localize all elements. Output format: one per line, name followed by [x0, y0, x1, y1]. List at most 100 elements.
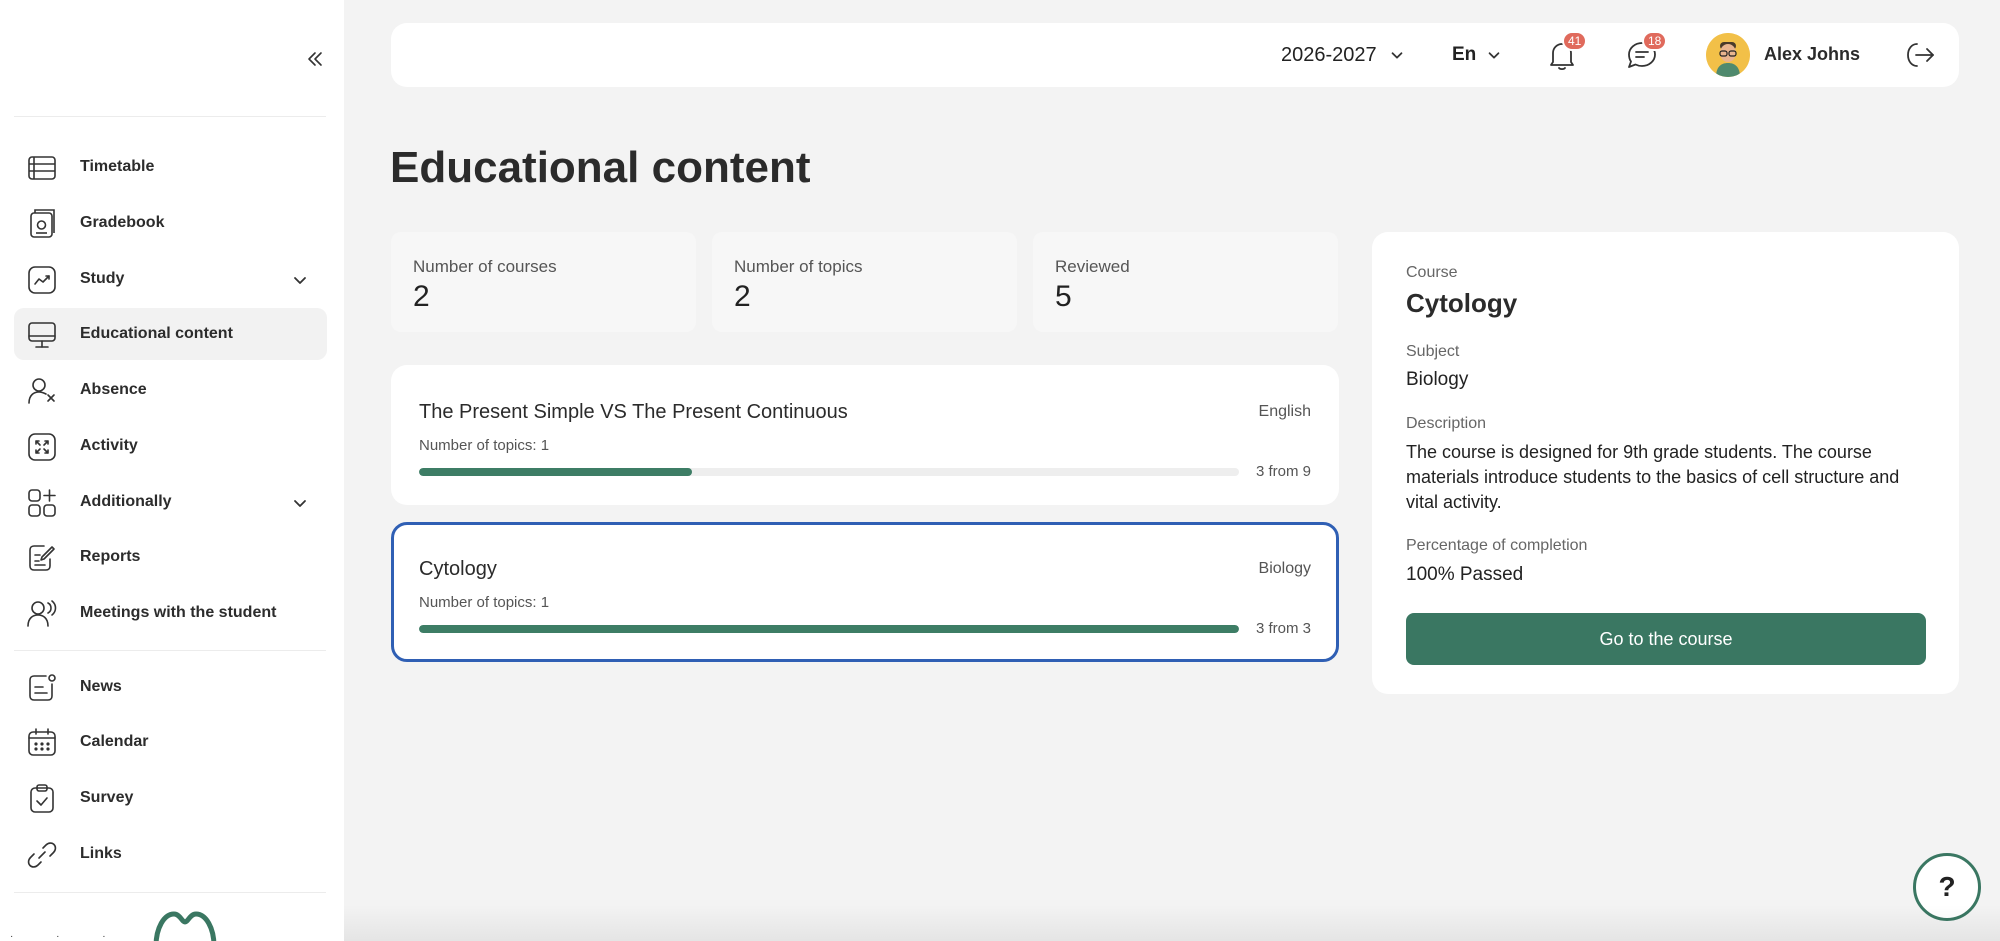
go-to-course-button[interactable]: Go to the course — [1406, 613, 1926, 665]
academic-year-value: 2026-2027 — [1281, 43, 1377, 66]
sidebar-item-gradebook[interactable]: Gradebook — [14, 197, 327, 249]
double-chevron-left-icon — [308, 52, 322, 66]
survey-icon — [30, 784, 54, 813]
sidebar-item-study[interactable]: Study — [14, 253, 327, 305]
news-icon — [29, 674, 56, 701]
detail-completion-label: Percentage of completion — [1406, 537, 1588, 554]
stat-card-topics: Number of topics 2 — [712, 232, 1017, 332]
brand-logo-icon — [153, 911, 217, 941]
sidebar-divider — [14, 116, 326, 117]
course-progress-text: 3 from 3 — [1255, 620, 1311, 637]
stat-value: 5 — [1055, 280, 1072, 313]
sidebar-item-label: Educational content — [80, 325, 233, 342]
user-avatar-icon — [1706, 33, 1750, 77]
course-card[interactable]: The Present Simple VS The Present Contin… — [391, 365, 1339, 505]
notifications-button[interactable]: 41 — [1544, 31, 1588, 73]
detail-description-text: The course is designed for 9th grade stu… — [1406, 442, 1900, 512]
sidebar-item-label: Links — [80, 845, 122, 862]
stat-value: 2 — [413, 280, 430, 313]
chevron-down-icon — [294, 500, 306, 507]
top-header: 2026-2027 En 41 18 Alex Johns — [391, 23, 1959, 87]
sidebar-item-survey[interactable]: Survey — [14, 772, 327, 824]
course-detail-panel: Course Cytology Subject Biology Descript… — [1372, 232, 1959, 694]
course-progress-fill — [419, 468, 693, 476]
detail-description-label: Description — [1406, 415, 1487, 432]
language-select[interactable]: En — [1452, 39, 1502, 71]
collapse-sidebar-button[interactable] — [300, 44, 330, 74]
sidebar-item-educational-content[interactable]: Educational content — [14, 308, 327, 360]
stat-label: Number of courses — [413, 257, 557, 276]
detail-course-name: Cytology — [1406, 288, 1518, 318]
stat-card-reviewed: Reviewed 5 — [1033, 232, 1338, 332]
activity-icon — [28, 433, 56, 461]
sidebar-item-label: Gradebook — [80, 214, 165, 231]
detail-subject-label: Subject — [1406, 343, 1460, 360]
study-icon — [28, 266, 56, 294]
course-title: Cytology — [419, 558, 497, 580]
course-subject: English — [1258, 403, 1311, 420]
sidebar-item-label: Survey — [80, 789, 134, 806]
sidebar: Timetable Gradebook Study Educational co… — [0, 0, 344, 941]
timetable-icon — [28, 156, 56, 180]
academic-year-select[interactable]: 2026-2027 — [1281, 39, 1405, 71]
course-topics-count: Number of topics: 1 — [419, 594, 550, 611]
course-title: The Present Simple VS The Present Contin… — [419, 401, 848, 423]
course-subject: Biology — [1258, 560, 1311, 577]
sidebar-item-label: Study — [80, 270, 125, 287]
user-name[interactable]: Alex Johns — [1764, 44, 1860, 65]
calendar-icon — [28, 728, 56, 756]
sidebar-item-reports[interactable]: Reports — [14, 531, 327, 583]
notifications-badge: 41 — [1562, 31, 1588, 51]
sidebar-item-activity[interactable]: Activity — [14, 420, 327, 472]
monitor-icon — [28, 322, 56, 348]
grid-plus-icon — [28, 489, 56, 517]
gradebook-icon — [30, 209, 55, 238]
sidebar-item-label: Timetable — [80, 158, 155, 175]
course-progress-bar — [419, 468, 1239, 476]
sidebar-item-label: Calendar — [80, 733, 149, 750]
chevron-down-icon — [1391, 52, 1402, 59]
logo-decoration: · · · — [10, 931, 126, 941]
sidebar-item-calendar[interactable]: Calendar — [14, 716, 327, 768]
course-card-selected[interactable]: Cytology Biology Number of topics: 1 3 f… — [391, 522, 1339, 662]
sidebar-item-label: Meetings with the student — [80, 604, 277, 621]
bottom-shadow — [344, 905, 2000, 941]
absence-icon — [28, 378, 55, 404]
detail-subject-value: Biology — [1406, 369, 1469, 390]
sidebar-divider — [14, 892, 326, 893]
course-progress-text: 3 from 9 — [1255, 463, 1311, 480]
course-progress-bar — [419, 625, 1239, 633]
sidebar-divider — [14, 650, 326, 651]
sidebar-item-label: Absence — [80, 381, 147, 398]
link-icon — [27, 842, 57, 868]
course-topics-count: Number of topics: 1 — [419, 437, 550, 454]
sidebar-item-news[interactable]: News — [14, 661, 327, 713]
sidebar-item-links[interactable]: Links — [14, 828, 327, 880]
sidebar-item-meetings[interactable]: Meetings with the student — [14, 587, 327, 639]
logout-button[interactable] — [1904, 39, 1936, 71]
messages-button[interactable]: 18 — [1624, 31, 1668, 73]
reports-icon — [29, 545, 55, 571]
stat-label: Number of topics — [734, 257, 863, 276]
logout-icon — [1907, 43, 1934, 67]
chevron-down-icon — [294, 277, 306, 284]
page-title: Educational content — [390, 143, 811, 192]
stat-card-courses: Number of courses 2 — [391, 232, 696, 332]
messages-badge: 18 — [1642, 31, 1668, 51]
detail-completion-value: 100% Passed — [1406, 564, 1524, 585]
stat-label: Reviewed — [1055, 257, 1130, 276]
language-value: En — [1452, 44, 1477, 65]
stat-value: 2 — [734, 280, 751, 313]
sidebar-item-absence[interactable]: Absence — [14, 364, 327, 416]
sidebar-item-timetable[interactable]: Timetable — [14, 141, 327, 193]
chevron-down-icon — [1488, 52, 1500, 59]
user-avatar[interactable] — [1706, 33, 1750, 77]
detail-course-label: Course — [1406, 264, 1458, 281]
sidebar-item-label: Reports — [80, 548, 141, 565]
sidebar-item-additionally[interactable]: Additionally — [14, 476, 327, 528]
course-progress-fill — [419, 625, 1239, 633]
sidebar-item-label: News — [80, 678, 122, 695]
sidebar-item-label: Activity — [80, 437, 138, 454]
sidebar-item-label: Additionally — [80, 493, 172, 510]
meetings-icon — [27, 600, 57, 627]
